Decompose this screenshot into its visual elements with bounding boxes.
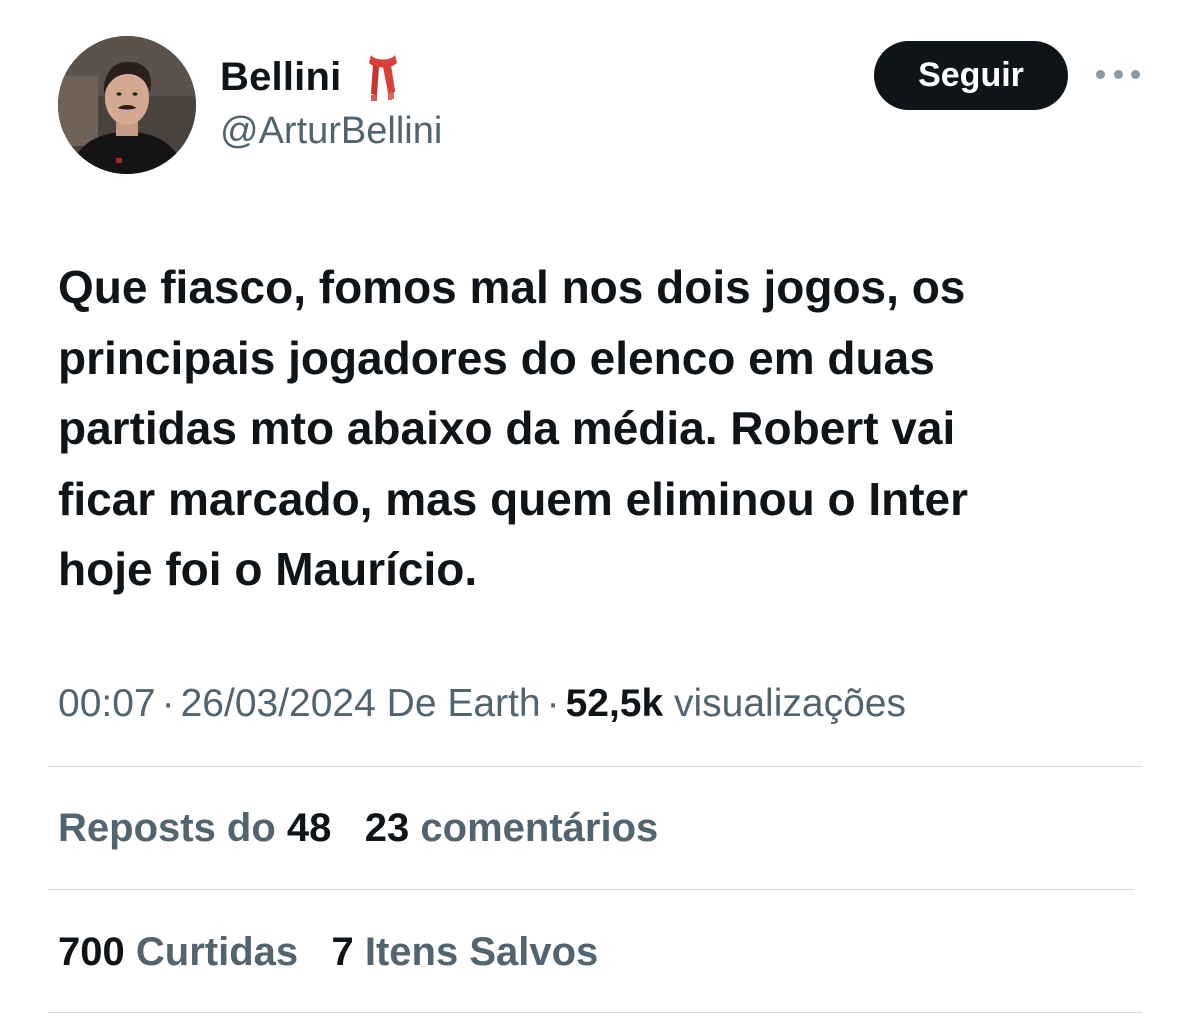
more-dot — [1131, 69, 1140, 79]
more-dot — [1113, 69, 1123, 79]
stats-row-likes: 700 Curtidas 7 Itens Salvos — [58, 928, 598, 976]
tweet-text-line: principais jogadores do elenco em duas — [58, 331, 935, 384]
reposts-count: 48 — [286, 806, 332, 850]
likes-label: Curtidas — [135, 930, 299, 974]
meta-separator: · — [161, 682, 175, 725]
comments-count: 23 — [364, 806, 410, 850]
divider — [48, 889, 1134, 890]
follow-button[interactable]: Seguir — [874, 41, 1068, 110]
likes-count: 700 — [58, 930, 125, 974]
saves-label: Itens Salvos — [364, 930, 599, 974]
reposts-label: Reposts do — [58, 806, 276, 850]
views-label: visualizações — [674, 682, 906, 725]
more-horizontal-icon[interactable] — [1096, 62, 1140, 86]
tweet-time[interactable]: 00:07 — [58, 682, 156, 725]
profile-photo — [58, 36, 196, 174]
tweet-meta: 00:07 · 26/03/2024 De Earth · 52,5k visualiz… — [58, 680, 906, 728]
tweet-text-line: ficar marcado, mas quem eliminou o Inter — [58, 472, 969, 525]
display-name[interactable]: Bellini — [220, 57, 341, 97]
divider — [48, 766, 1142, 767]
scarf-icon — [363, 51, 403, 103]
divider — [48, 1012, 1142, 1013]
tweet-text-line: Que fiasco, fomos mal nos dois jogos, os — [58, 261, 966, 313]
tweet-text-line: partidas mto abaixo da média. Robert vai — [58, 402, 956, 454]
reposts-stat[interactable]: Reposts do 48 — [58, 804, 331, 852]
tweet-text-line: hoje foi o Maurício. — [58, 543, 478, 595]
author-handle[interactable]: @ArturBellini — [220, 112, 442, 150]
author-name-row: Bellini — [220, 50, 403, 104]
likes-stat[interactable]: 700 Curtidas — [58, 928, 298, 976]
saves-count: 7 — [331, 930, 354, 974]
tweet-date[interactable]: 26/03/2024 — [181, 682, 376, 725]
comments-stat[interactable]: 23 comentários — [365, 804, 658, 852]
stats-row-reposts: Reposts do 48 23 comentários — [58, 804, 658, 852]
meta-separator: · — [546, 682, 560, 725]
tweet-source: De Earth — [386, 682, 541, 725]
views-count: 52,5k — [565, 682, 664, 725]
saves-stat[interactable]: 7 Itens Salvos — [331, 928, 598, 976]
more-dot — [1096, 69, 1105, 79]
avatar[interactable] — [58, 36, 196, 174]
tweet-text: Que fiasco, fomos mal nos dois jogos, os… — [58, 252, 1158, 605]
comments-label: comentários — [420, 806, 659, 850]
